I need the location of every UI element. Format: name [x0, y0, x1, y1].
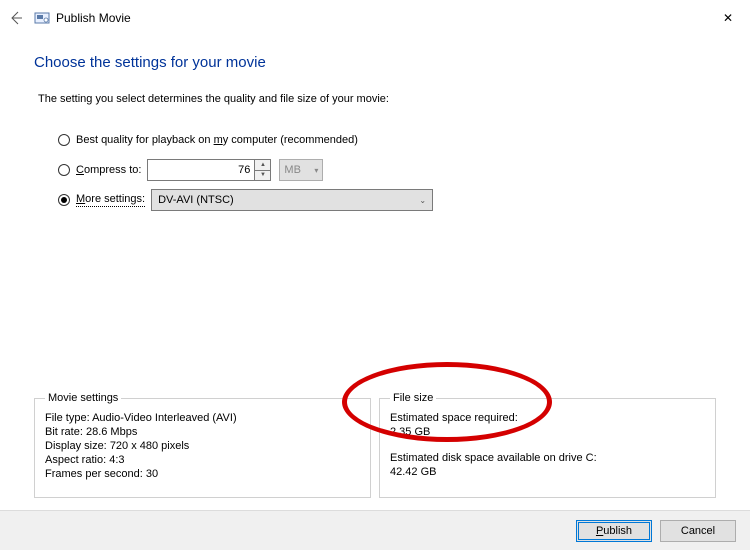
- back-arrow-icon: [8, 10, 24, 26]
- radio-more-settings[interactable]: [58, 194, 70, 206]
- options-group: Best quality for playback on my computer…: [58, 125, 716, 215]
- option-compress-label: Compress to:: [76, 164, 141, 176]
- bitrate-line: Bit rate: 28.6 Mbps: [45, 426, 360, 438]
- option-best-quality-label: Best quality for playback on my computer…: [76, 134, 358, 146]
- chevron-down-icon: ▾: [314, 166, 318, 175]
- app-icon: [34, 10, 50, 26]
- spinner-up-icon[interactable]: ▲: [255, 160, 270, 171]
- option-more-settings-label: More settings:: [76, 193, 145, 207]
- close-button[interactable]: ✕: [716, 6, 740, 30]
- compress-unit-value: MB: [284, 164, 301, 176]
- movie-settings-panel: Movie settings File type: Audio-Video In…: [34, 392, 371, 498]
- aspect-ratio-line: Aspect ratio: 4:3: [45, 454, 360, 466]
- spacer: [390, 440, 705, 450]
- page-heading: Choose the settings for your movie: [34, 54, 716, 71]
- display-size-line: Display size: 720 x 480 pixels: [45, 440, 360, 452]
- window-title: Publish Movie: [56, 11, 131, 25]
- title-bar: Publish Movie ✕: [0, 0, 750, 36]
- option-compress[interactable]: Compress to: ▲ ▼ MB ▾: [58, 155, 716, 185]
- est-available-label: Estimated disk space available on drive …: [390, 452, 705, 464]
- compress-unit-dropdown: MB ▾: [279, 159, 323, 181]
- info-panels: Movie settings File type: Audio-Video In…: [34, 392, 716, 498]
- close-icon: ✕: [723, 11, 733, 25]
- file-size-panel: File size Estimated space required: 2.35…: [379, 392, 716, 498]
- button-bar: Publish Cancel: [0, 510, 750, 550]
- publish-button-label: Publish: [596, 525, 632, 537]
- chevron-down-icon: ⌄: [419, 196, 426, 205]
- compress-size-spinner[interactable]: ▲ ▼: [255, 159, 271, 181]
- back-button[interactable]: [6, 8, 26, 28]
- radio-compress[interactable]: [58, 164, 70, 176]
- more-settings-value: DV-AVI (NTSC): [158, 194, 234, 206]
- movie-settings-legend: Movie settings: [45, 392, 121, 404]
- publish-button[interactable]: Publish: [576, 520, 652, 542]
- file-type-line: File type: Audio-Video Interleaved (AVI): [45, 412, 360, 424]
- est-required-label: Estimated space required:: [390, 412, 705, 424]
- intro-text: The setting you select determines the qu…: [38, 93, 716, 105]
- cancel-button[interactable]: Cancel: [660, 520, 736, 542]
- est-required-value: 2.35 GB: [390, 426, 705, 438]
- file-size-legend: File size: [390, 392, 436, 404]
- option-more-settings[interactable]: More settings: DV-AVI (NTSC) ⌄: [58, 185, 716, 215]
- more-settings-dropdown[interactable]: DV-AVI (NTSC) ⌄: [151, 189, 433, 211]
- option-best-quality[interactable]: Best quality for playback on my computer…: [58, 125, 716, 155]
- radio-best-quality[interactable]: [58, 134, 70, 146]
- cancel-button-label: Cancel: [681, 525, 715, 537]
- spinner-down-icon[interactable]: ▼: [255, 171, 270, 181]
- compress-size-input[interactable]: [147, 159, 255, 181]
- fps-line: Frames per second: 30: [45, 468, 360, 480]
- dialog-content: Choose the settings for your movie The s…: [0, 54, 750, 215]
- est-available-value: 42.42 GB: [390, 466, 705, 478]
